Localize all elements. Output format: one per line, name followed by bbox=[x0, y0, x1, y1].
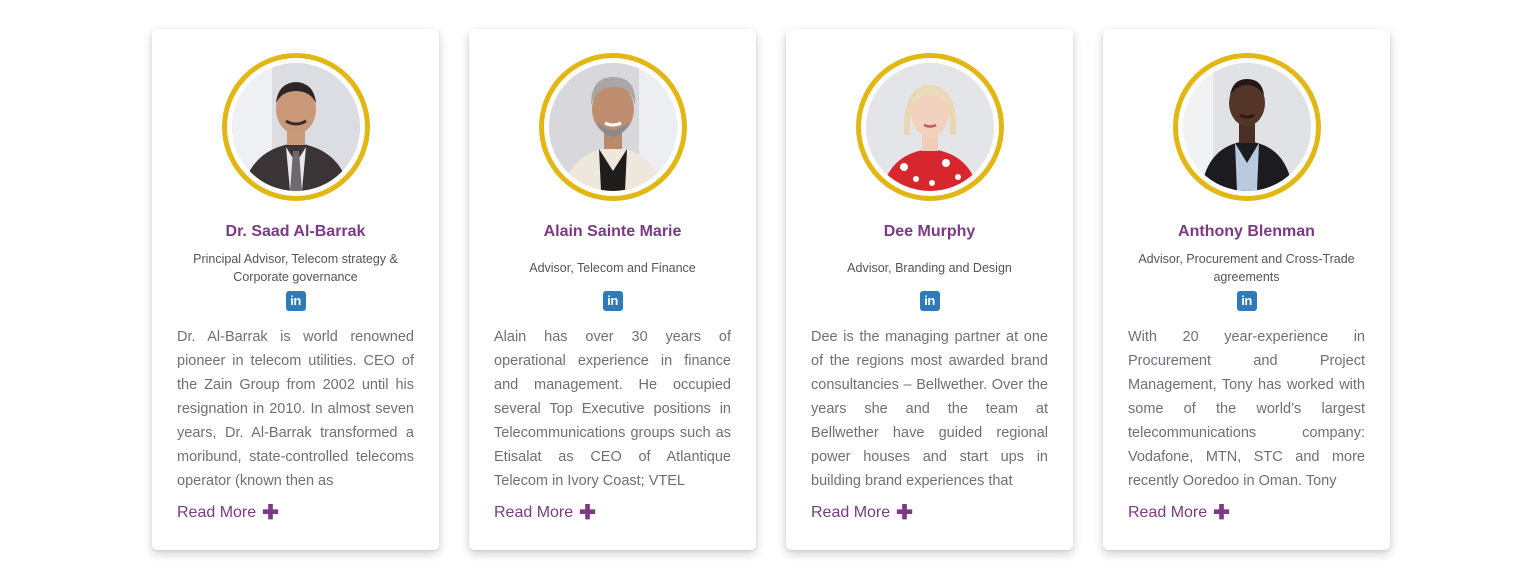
portrait-frame bbox=[221, 53, 370, 201]
linkedin-icon[interactable]: in bbox=[919, 291, 940, 311]
plus-icon: ✚ bbox=[262, 502, 279, 524]
advisor-photo bbox=[231, 63, 360, 191]
advisor-name: Alain Sainte Marie bbox=[543, 223, 682, 240]
advisor-card: Dee Murphy Advisor, Branding and Design … bbox=[786, 29, 1073, 550]
advisor-bio: Dee is the managing partner at one of th… bbox=[811, 329, 1048, 489]
advisor-name: Anthony Blenman bbox=[1178, 223, 1315, 240]
advisor-bio: Alain has over 30 years of operational e… bbox=[494, 329, 731, 489]
read-more-label: Read More bbox=[1128, 504, 1208, 521]
portrait-frame bbox=[1172, 53, 1321, 201]
read-more-link[interactable]: Read More ✚ bbox=[177, 502, 279, 524]
advisor-photo bbox=[548, 63, 677, 191]
read-more-label: Read More bbox=[494, 504, 574, 521]
portrait-frame bbox=[538, 53, 687, 201]
advisor-photo bbox=[1182, 63, 1311, 191]
advisor-photo bbox=[865, 63, 994, 191]
read-more-link[interactable]: Read More ✚ bbox=[1128, 502, 1230, 524]
linkedin-icon[interactable]: in bbox=[1236, 291, 1257, 311]
linkedin-icon[interactable]: in bbox=[602, 291, 623, 311]
advisor-name: Dee Murphy bbox=[883, 223, 976, 240]
advisor-role: Principal Advisor, Telecom strategy & Co… bbox=[193, 252, 398, 284]
advisor-role: Advisor, Branding and Design bbox=[847, 261, 1012, 275]
advisor-card: Alain Sainte Marie Advisor, Telecom and … bbox=[469, 29, 756, 550]
plus-icon: ✚ bbox=[1213, 502, 1230, 524]
read-more-label: Read More bbox=[177, 504, 257, 521]
advisor-card: Dr. Saad Al-Barrak Principal Advisor, Te… bbox=[152, 29, 439, 550]
read-more-label: Read More bbox=[811, 504, 891, 521]
advisor-name: Dr. Saad Al-Barrak bbox=[225, 223, 366, 240]
plus-icon: ✚ bbox=[579, 502, 596, 524]
portrait-frame bbox=[855, 53, 1004, 201]
advisor-role: Advisor, Procurement and Cross-Trade agr… bbox=[1138, 252, 1355, 284]
plus-icon: ✚ bbox=[896, 502, 913, 524]
read-more-link[interactable]: Read More ✚ bbox=[494, 502, 596, 524]
advisor-bio: Dr. Al-Barrak is world renowned pioneer … bbox=[177, 329, 414, 489]
advisor-card: Anthony Blenman Advisor, Procurement and… bbox=[1103, 29, 1390, 550]
advisor-role: Advisor, Telecom and Finance bbox=[529, 261, 696, 275]
read-more-link[interactable]: Read More ✚ bbox=[811, 502, 913, 524]
advisor-cards: Dr. Saad Al-Barrak Principal Advisor, Te… bbox=[152, 29, 1390, 550]
linkedin-icon[interactable]: in bbox=[285, 291, 306, 311]
advisor-bio: With 20 year-experience in Procurement a… bbox=[1128, 329, 1365, 489]
